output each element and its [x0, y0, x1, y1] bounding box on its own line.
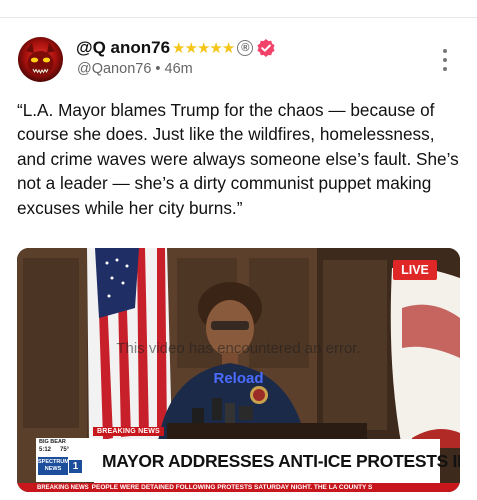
more-options-icon[interactable]	[438, 49, 452, 71]
station-logo: SPECTRUM NEWS	[38, 457, 69, 475]
video-player[interactable]: LIVE This video has encountered an error…	[17, 248, 460, 492]
top-divider	[0, 17, 477, 18]
station-bug: BIG BEAR 5:12 75° SPECTRUM NEWS 1	[36, 438, 94, 482]
station-city: BIG BEAR	[39, 439, 66, 445]
handle-row: @Qanon76 • 46m	[77, 61, 193, 77]
separator-dot: •	[155, 61, 161, 77]
crawl-text: PEOPLE WERE DETAINED FOLLOWING PROTESTS …	[91, 484, 373, 491]
author-handle[interactable]: @Qanon76	[77, 61, 151, 77]
station-time: 5:12	[39, 447, 52, 453]
crawl-label: BREAKING NEWS	[37, 484, 89, 491]
author-name[interactable]: @Q anon76	[76, 38, 170, 58]
news-headline: MAYOR ADDRESSES ANTI-ICE PROTESTS IN DTL…	[94, 439, 460, 483]
news-crawl: BREAKING NEWS PEOPLE WERE DETAINED FOLLO…	[17, 483, 460, 492]
breaking-news-tag: BREAKING NEWS	[93, 427, 164, 436]
video-error-message: This video has encountered an error.	[116, 340, 361, 357]
live-badge: LIVE	[393, 260, 437, 280]
station-temp: 75°	[60, 447, 70, 453]
avatar[interactable]	[18, 37, 63, 82]
post-text: “L.A. Mayor blames Trump for the chaos —…	[17, 100, 459, 218]
verified-badge-icon	[257, 39, 275, 57]
author-row: @Q anon76 ★★★★★ ®	[76, 37, 276, 59]
stars-emoji: ★★★★★	[172, 40, 235, 57]
registered-mark-icon: ®	[237, 40, 254, 56]
reload-link[interactable]: Reload	[17, 370, 460, 387]
post-time[interactable]: 46m	[165, 61, 193, 77]
station-channel: 1	[69, 460, 82, 473]
